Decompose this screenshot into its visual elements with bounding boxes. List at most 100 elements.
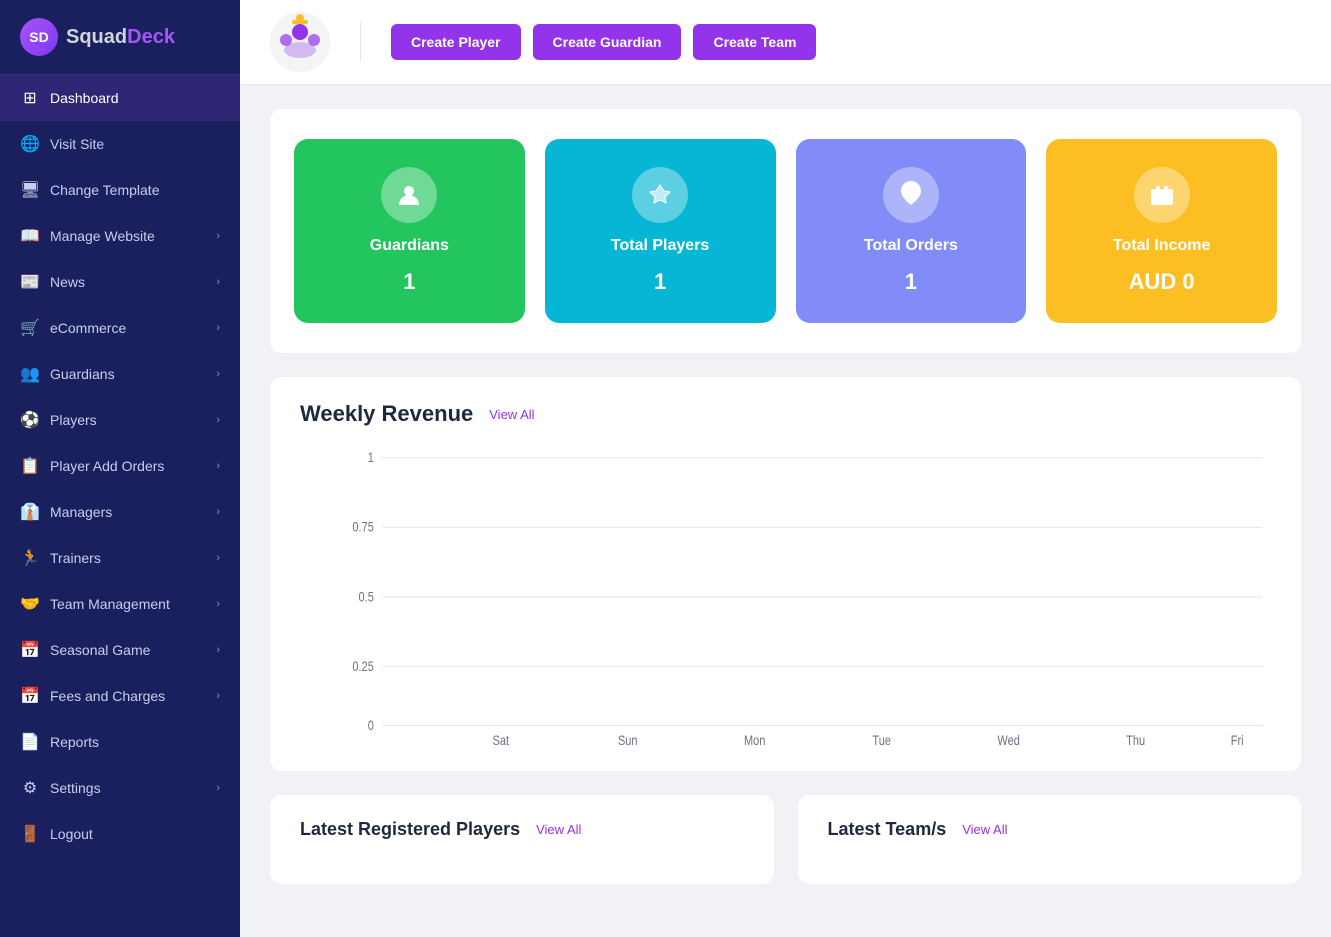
sidebar-icon-dashboard: ⊞ <box>20 88 40 108</box>
revenue-view-all[interactable]: View All <box>489 407 534 422</box>
topbar: Create Player Create Guardian Create Tea… <box>240 0 1331 85</box>
sidebar-icon-manage-website: 📖 <box>20 226 40 246</box>
main-content: Create Player Create Guardian Create Tea… <box>240 0 1331 937</box>
create-guardian-button[interactable]: Create Guardian <box>533 24 682 60</box>
sidebar-item-fees-and-charges[interactable]: 📅 Fees and Charges › <box>0 673 240 719</box>
sidebar-arrow-players: › <box>216 414 220 426</box>
svg-text:Tue: Tue <box>872 733 891 747</box>
sidebar-label-ecommerce: eCommerce <box>50 320 126 336</box>
sidebar-item-ecommerce[interactable]: 🛒 eCommerce › <box>0 305 240 351</box>
sidebar-icon-managers: 👔 <box>20 502 40 522</box>
sidebar-item-players[interactable]: ⚽ Players › <box>0 397 240 443</box>
svg-text:0: 0 <box>368 718 374 734</box>
stat-card-total-players: Total Players 1 <box>545 139 776 323</box>
stat-label-total-income: Total Income <box>1113 237 1211 255</box>
team-icon <box>270 12 330 72</box>
latest-teams-title: Latest Team/s <box>828 819 947 840</box>
sidebar-item-left-visit-site: 🌐 Visit Site <box>20 134 104 154</box>
sidebar-item-left-news: 📰 News <box>20 272 85 292</box>
sidebar-icon-reports: 📄 <box>20 732 40 752</box>
sidebar-item-left-logout: 🚪 Logout <box>20 824 93 844</box>
sidebar-item-team-management[interactable]: 🤝 Team Management › <box>0 581 240 627</box>
sidebar-item-left-ecommerce: 🛒 eCommerce <box>20 318 126 338</box>
sidebar-icon-team-management: 🤝 <box>20 594 40 614</box>
sidebar-arrow-ecommerce: › <box>216 322 220 334</box>
revenue-chart: 1 0.75 0.5 0.25 0 Sat Sun Mon Tue Wed Th… <box>340 447 1271 747</box>
stat-value-guardians: 1 <box>403 269 415 295</box>
svg-text:Sun: Sun <box>618 733 638 747</box>
sidebar-item-manage-website[interactable]: 📖 Manage Website › <box>0 213 240 259</box>
stat-label-total-players: Total Players <box>611 237 709 255</box>
sidebar-item-visit-site[interactable]: 🌐 Visit Site <box>0 121 240 167</box>
sidebar-label-trainers: Trainers <box>50 550 101 566</box>
logo-squad: Squad <box>66 26 127 48</box>
sidebar-item-left-reports: 📄 Reports <box>20 732 99 752</box>
sidebar: SD SquadDeck ⊞ Dashboard 🌐 Visit Site 🖥 … <box>0 0 240 937</box>
sidebar-label-manage-website: Manage Website <box>50 228 155 244</box>
stat-card-total-orders: Total Orders 1 <box>796 139 1027 323</box>
sidebar-item-logout[interactable]: 🚪 Logout <box>0 811 240 857</box>
stat-icon-total-players <box>632 167 688 223</box>
sidebar-item-settings[interactable]: ⚙ Settings › <box>0 765 240 811</box>
sidebar-item-player-add-orders[interactable]: 📋 Player Add Orders › <box>0 443 240 489</box>
sidebar-item-change-template[interactable]: 🖥 Change Template <box>0 167 240 213</box>
sidebar-label-reports: Reports <box>50 734 99 750</box>
logo-text: SquadDeck <box>66 26 175 49</box>
latest-players-header: Latest Registered Players View All <box>300 819 744 840</box>
sidebar-item-seasonal-game[interactable]: 📅 Seasonal Game › <box>0 627 240 673</box>
sidebar-label-team-management: Team Management <box>50 596 170 612</box>
sidebar-arrow-trainers: › <box>216 552 220 564</box>
stat-value-total-orders: 1 <box>905 269 917 295</box>
stat-value-total-income: AUD 0 <box>1129 269 1195 295</box>
sidebar-item-left-players: ⚽ Players <box>20 410 97 430</box>
sidebar-label-guardians: Guardians <box>50 366 115 382</box>
sidebar-icon-player-add-orders: 📋 <box>20 456 40 476</box>
stat-card-guardians: Guardians 1 <box>294 139 525 323</box>
sidebar-label-change-template: Change Template <box>50 182 159 198</box>
latest-teams-header: Latest Team/s View All <box>828 819 1272 840</box>
create-player-button[interactable]: Create Player <box>391 24 521 60</box>
revenue-section: Weekly Revenue View All 1 0.75 0.5 0.25 … <box>270 377 1301 771</box>
sidebar-icon-players: ⚽ <box>20 410 40 430</box>
sidebar-icon-guardians: 👥 <box>20 364 40 384</box>
sidebar-icon-seasonal-game: 📅 <box>20 640 40 660</box>
svg-text:0.5: 0.5 <box>359 589 374 605</box>
sidebar-label-news: News <box>50 274 85 290</box>
sidebar-item-left-fees-and-charges: 📅 Fees and Charges <box>20 686 165 706</box>
topbar-buttons: Create Player Create Guardian Create Tea… <box>391 24 816 60</box>
sidebar-item-reports[interactable]: 📄 Reports <box>0 719 240 765</box>
sidebar-item-managers[interactable]: 👔 Managers › <box>0 489 240 535</box>
sidebar-item-left-settings: ⚙ Settings <box>20 778 101 798</box>
svg-text:Fri: Fri <box>1231 733 1244 747</box>
sidebar-arrow-managers: › <box>216 506 220 518</box>
sidebar-item-news[interactable]: 📰 News › <box>0 259 240 305</box>
latest-players-card: Latest Registered Players View All <box>270 795 774 884</box>
sidebar-label-logout: Logout <box>50 826 93 842</box>
logo-deck: Deck <box>127 26 175 48</box>
svg-text:0.75: 0.75 <box>352 519 373 535</box>
stat-label-guardians: Guardians <box>370 237 449 255</box>
sidebar-arrow-news: › <box>216 276 220 288</box>
stat-icon-total-income <box>1134 167 1190 223</box>
stat-icon-total-orders <box>883 167 939 223</box>
sidebar-label-player-add-orders: Player Add Orders <box>50 458 164 474</box>
svg-text:Sat: Sat <box>493 733 510 747</box>
create-team-button[interactable]: Create Team <box>693 24 816 60</box>
sidebar-item-guardians[interactable]: 👥 Guardians › <box>0 351 240 397</box>
sidebar-icon-visit-site: 🌐 <box>20 134 40 154</box>
sidebar-icon-logout: 🚪 <box>20 824 40 844</box>
latest-players-view-all[interactable]: View All <box>536 822 581 837</box>
sidebar-item-left-team-management: 🤝 Team Management <box>20 594 170 614</box>
sidebar-label-visit-site: Visit Site <box>50 136 104 152</box>
sidebar-item-left-change-template: 🖥 Change Template <box>20 180 159 200</box>
sidebar-item-trainers[interactable]: 🏃 Trainers › <box>0 535 240 581</box>
stat-icon-guardians <box>381 167 437 223</box>
latest-teams-view-all[interactable]: View All <box>962 822 1007 837</box>
logo-icon: SD <box>20 18 58 56</box>
sidebar-item-dashboard[interactable]: ⊞ Dashboard <box>0 75 240 121</box>
sidebar-item-left-seasonal-game: 📅 Seasonal Game <box>20 640 150 660</box>
stat-label-total-orders: Total Orders <box>864 237 958 255</box>
sidebar-item-left-dashboard: ⊞ Dashboard <box>20 88 119 108</box>
sidebar-item-left-player-add-orders: 📋 Player Add Orders <box>20 456 164 476</box>
revenue-title: Weekly Revenue <box>300 401 473 427</box>
